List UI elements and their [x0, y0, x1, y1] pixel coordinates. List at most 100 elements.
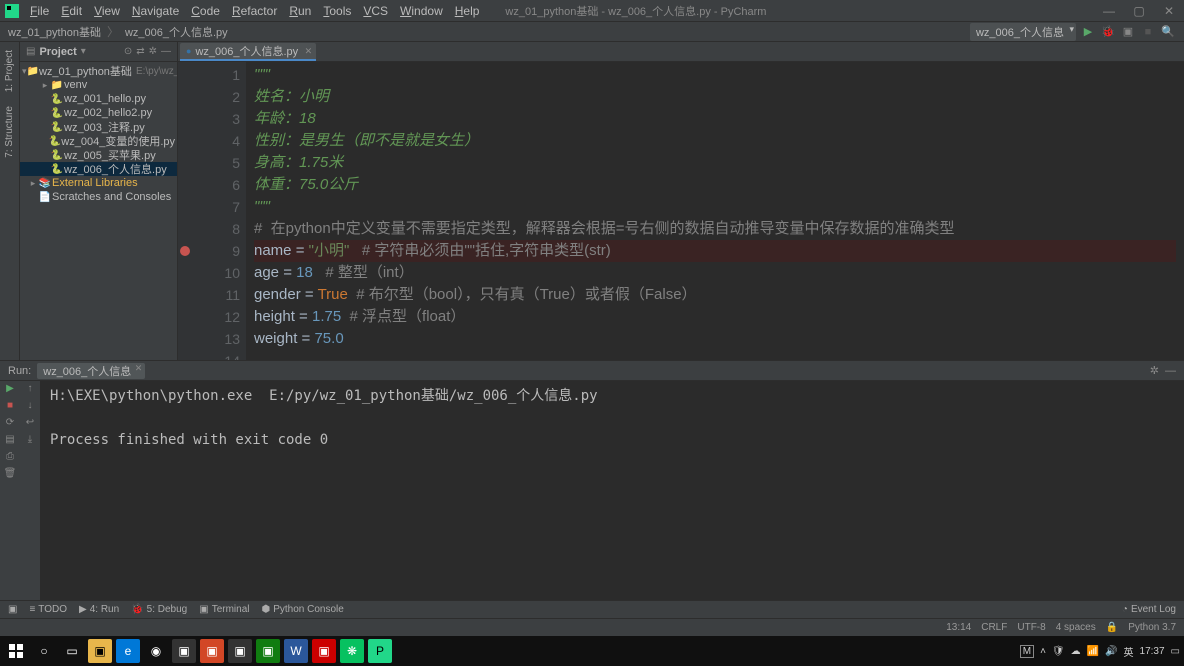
breadcrumb-root[interactable]: wz_01_python基础 [8, 24, 101, 40]
menu-help[interactable]: Help [449, 0, 486, 22]
maximize-button[interactable]: ▢ [1124, 0, 1154, 22]
menu-refactor[interactable]: Refactor [226, 0, 283, 22]
terminal-tab[interactable]: ▣ Terminal [199, 604, 249, 615]
run-settings-icon[interactable]: ✲ [1150, 364, 1159, 377]
up-icon[interactable]: ↑ [28, 383, 33, 394]
collapse-all-icon[interactable]: ⊙ [124, 46, 132, 57]
tree-item[interactable]: 🐍wz_004_变量的使用.py [20, 134, 177, 148]
explorer-icon[interactable]: ▣ [88, 639, 112, 663]
tray-chevron-icon[interactable]: ˄ [1040, 646, 1046, 657]
event-log-tab[interactable]: ◔ Event Log [1122, 604, 1176, 615]
breadcrumb-file[interactable]: wz_006_个人信息.py [125, 24, 228, 40]
task-view-icon[interactable]: ▭ [60, 639, 84, 663]
menu-edit[interactable]: Edit [55, 0, 88, 22]
tree-item[interactable]: 🐍wz_003_注释.py [20, 120, 177, 134]
run-panel-tab[interactable]: wz_006_个人信息✕ [37, 363, 145, 379]
pin-icon[interactable]: ⎙ [6, 451, 14, 462]
restart-icon[interactable]: ⟳ [6, 417, 14, 428]
python-console-tab[interactable]: ⬢ Python Console [261, 604, 343, 615]
readonly-lock-icon[interactable]: 🔒 [1106, 622, 1118, 633]
run-config-selector[interactable]: wz_006_个人信息 [970, 23, 1076, 41]
pycharm-logo-icon [4, 3, 20, 19]
tray-shield-icon[interactable]: 🛡 [1052, 646, 1065, 657]
tray-volume-icon[interactable]: 🔊 [1105, 646, 1117, 657]
app-icon-4[interactable]: ▣ [256, 639, 280, 663]
tray-m-icon[interactable]: M [1020, 645, 1034, 658]
todo-tab[interactable]: ≡ TODO [29, 604, 67, 615]
tree-item[interactable]: ▸📚External Libraries [20, 176, 177, 190]
line-number-gutter: 123456789101112131415 [196, 62, 246, 360]
menu-vcs[interactable]: VCS [357, 0, 394, 22]
project-tree[interactable]: ▾📁wz_01_python基础E:\py\wz_01_p▸📁venv🐍wz_0… [20, 62, 177, 360]
interpreter-indicator[interactable]: Python 3.7 [1128, 622, 1176, 633]
pycharm-taskbar-icon[interactable]: P [368, 639, 392, 663]
tree-item[interactable]: 📄Scratches and Consoles [20, 190, 177, 204]
debug-button[interactable]: 🐞 [1100, 24, 1116, 40]
app-icon-3[interactable]: ▣ [228, 639, 252, 663]
close-run-tab-icon[interactable]: ✕ [135, 363, 143, 374]
menu-window[interactable]: Window [394, 0, 449, 22]
layout-icon[interactable]: ▤ [5, 434, 14, 445]
app-icon-2[interactable]: ▣ [200, 639, 224, 663]
tray-onedrive-icon[interactable]: ☁ [1071, 646, 1081, 657]
indent-setting[interactable]: 4 spaces [1056, 622, 1096, 633]
editor-tab-label: wz_006_个人信息.py [195, 43, 298, 59]
debug-tab[interactable]: 🐞 5: Debug [131, 604, 187, 615]
expand-icon[interactable]: ⇄ [136, 46, 144, 57]
stop-icon[interactable]: ■ [7, 400, 13, 411]
tree-item[interactable]: ▸📁venv [20, 78, 177, 92]
run-action-rail-2: ↑ ↓ ↩ ⤓ [20, 381, 40, 600]
menu-view[interactable]: View [88, 0, 126, 22]
app-icon-1[interactable]: ▣ [172, 639, 196, 663]
view-mode-dropdown[interactable]: ▾ [81, 46, 86, 57]
stop-button[interactable]: ■ [1140, 24, 1156, 40]
run-button[interactable]: ▶ [1080, 24, 1096, 40]
close-button[interactable]: ✕ [1154, 0, 1184, 22]
rerun-icon[interactable]: ▶ [6, 383, 14, 394]
system-tray: M ˄ 🛡 ☁ 📶 🔊 英 17:37 ▭ [1020, 644, 1180, 659]
code-content[interactable]: """姓名：小明年龄：18性别：是男生（即不是就是女生）身高：1.75米体重：7… [246, 62, 1184, 360]
chrome-icon[interactable]: ◉ [144, 639, 168, 663]
start-button[interactable] [4, 639, 28, 663]
menu-run[interactable]: Run [283, 0, 317, 22]
menu-file[interactable]: File [24, 0, 55, 22]
run-tab[interactable]: ▶ 4: Run [79, 604, 119, 615]
trash-icon[interactable]: 🗑 [4, 468, 17, 479]
hide-run-panel-icon[interactable]: — [1165, 365, 1176, 377]
tray-network-icon[interactable]: 📶 [1087, 646, 1099, 657]
menu-navigate[interactable]: Navigate [126, 0, 185, 22]
cortana-icon[interactable]: ○ [32, 639, 56, 663]
status-icon[interactable]: ▣ [8, 604, 17, 615]
word-icon[interactable]: W [284, 639, 308, 663]
tree-item[interactable]: 🐍wz_001_hello.py [20, 92, 177, 106]
settings-icon[interactable]: ✲ [149, 46, 157, 57]
minimize-button[interactable]: — [1094, 0, 1124, 22]
close-tab-icon[interactable]: ✕ [305, 46, 313, 57]
console-output[interactable]: H:\EXE\python\python.exe E:/py/wz_01_pyt… [40, 381, 1184, 600]
run-with-coverage-button[interactable]: ▣ [1120, 24, 1136, 40]
editor-tab[interactable]: ● wz_006_个人信息.py ✕ [180, 43, 316, 61]
code-editor[interactable]: 123456789101112131415 """姓名：小明年龄：18性别：是男… [178, 62, 1184, 360]
file-encoding[interactable]: UTF-8 [1017, 622, 1045, 633]
structure-tool-tab[interactable]: 7: Structure [4, 102, 15, 162]
project-tool-tab[interactable]: 1: Project [4, 46, 15, 96]
menu-tools[interactable]: Tools [317, 0, 357, 22]
tray-ime-icon[interactable]: 英 [1124, 644, 1134, 659]
hide-panel-icon[interactable]: — [161, 46, 171, 57]
scroll-end-icon[interactable]: ⤓ [28, 434, 32, 445]
app-icon-5[interactable]: ▣ [312, 639, 336, 663]
tray-time[interactable]: 17:37 [1140, 646, 1165, 657]
line-ending[interactable]: CRLF [981, 622, 1007, 633]
tree-item[interactable]: 🐍wz_002_hello2.py [20, 106, 177, 120]
soft-wrap-icon[interactable]: ↩ [26, 417, 34, 428]
tree-item[interactable]: ▾📁wz_01_python基础E:\py\wz_01_p [20, 64, 177, 78]
tree-item[interactable]: 🐍wz_005_买苹果.py [20, 148, 177, 162]
down-icon[interactable]: ↓ [28, 400, 33, 411]
edge-icon[interactable]: e [116, 639, 140, 663]
menu-code[interactable]: Code [185, 0, 226, 22]
search-everywhere-button[interactable]: 🔍 [1160, 24, 1176, 40]
tray-notifications-icon[interactable]: ▭ [1171, 646, 1180, 657]
caret-position[interactable]: 13:14 [946, 622, 971, 633]
wechat-icon[interactable]: ❋ [340, 639, 364, 663]
tree-item[interactable]: 🐍wz_006_个人信息.py [20, 162, 177, 176]
